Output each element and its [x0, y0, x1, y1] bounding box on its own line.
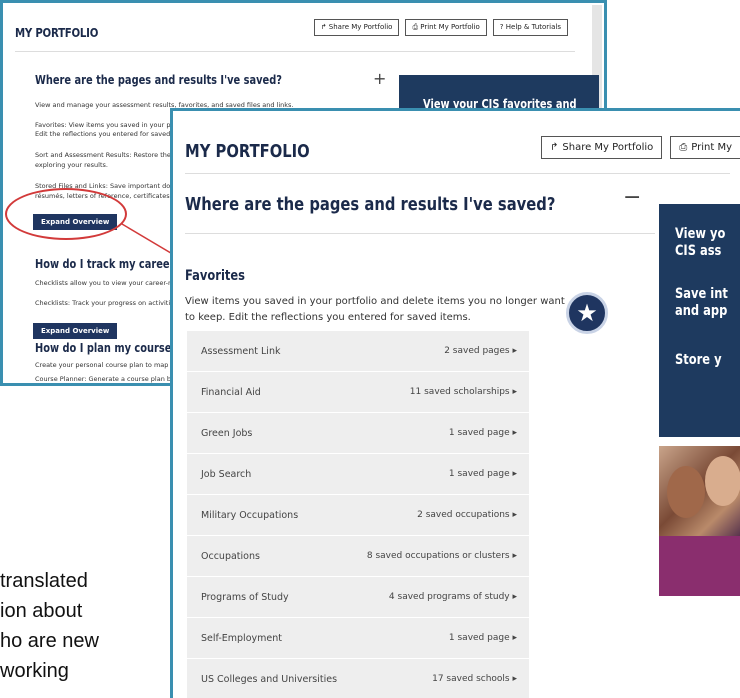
bg-line: translated: [0, 570, 88, 592]
expand-icon[interactable]: +: [373, 69, 386, 88]
bg-line: working: [0, 660, 69, 682]
panel-text: CIS ass: [675, 243, 722, 259]
list-item[interactable]: Military Occupations 2 saved occupations …: [187, 495, 529, 536]
list-item[interactable]: Green Jobs 1 saved page ▸: [187, 413, 529, 454]
favorites-list: Assessment Link 2 saved pages ▸ Financial…: [187, 331, 529, 698]
bg-line: ho are new: [0, 630, 99, 652]
annotation-circle: [5, 188, 127, 240]
section-title: Where are the pages and results I've sav…: [185, 194, 556, 215]
list-item[interactable]: Financial Aid 11 saved scholarships ▸: [187, 372, 529, 413]
cis-info-panel: View yo CIS ass Save int and app Store y: [659, 204, 740, 437]
background-document-text: translated ion about ho are new working: [0, 566, 99, 686]
section-title: Where are the pages and results I've sav…: [35, 73, 282, 87]
print-icon: ⎙: [679, 142, 688, 153]
list-item[interactable]: Assessment Link 2 saved pages ▸: [187, 331, 529, 372]
section-intro: Create your personal course plan to map …: [35, 361, 183, 369]
collapse-icon[interactable]: −: [623, 185, 641, 210]
course-planner-text: Course Planner: Generate a course plan b…: [35, 375, 179, 383]
divider: [185, 233, 655, 234]
panel-text: View yo: [675, 226, 726, 242]
sort-text: Sort and Assessment Results: Restore the…: [35, 151, 177, 159]
panel-text: Store y: [675, 352, 722, 368]
divider: [185, 173, 730, 174]
page-title: MY PORTFOLIO: [185, 141, 310, 162]
sort-text: exploring your results.: [35, 161, 108, 169]
favorites-star-icon: ★: [566, 292, 608, 334]
panel-text: Save int: [675, 286, 728, 302]
section-title: How do I plan my courses?: [35, 341, 183, 355]
toolbar: ↱ Share My Portfolio ⎙ Print My: [541, 136, 740, 159]
favorites-description: View items you saved in your portfolio a…: [185, 296, 565, 323]
list-item[interactable]: Job Search 1 saved page ▸: [187, 454, 529, 495]
share-icon: ↱: [550, 142, 559, 153]
section-intro: Checklists allow you to view your career…: [35, 279, 183, 287]
front-screenshot: MY PORTFOLIO ↱ Share My Portfolio ⎙ Print …: [170, 108, 740, 698]
list-item[interactable]: Programs of Study 4 saved programs of stu…: [187, 577, 529, 618]
favorites-text: Edit the reflections you entered for sav…: [35, 130, 181, 138]
students-photo: [659, 446, 740, 596]
share-button[interactable]: ↱ Share My Portfolio: [541, 136, 663, 159]
list-item[interactable]: Occupations 8 saved occupations or cluste…: [187, 536, 529, 577]
print-button[interactable]: ⎙ Print My: [670, 136, 740, 159]
panel-text: and app: [675, 303, 728, 319]
print-button[interactable]: ⎙ Print My Portfolio: [405, 19, 487, 36]
divider: [15, 51, 575, 52]
help-button[interactable]: ? Help & Tutorials: [492, 19, 568, 36]
favorites-heading: Favorites: [185, 268, 246, 284]
checklists-text: Checklists: Track your progress on activ…: [35, 299, 175, 307]
toolbar: ↱ Share My Portfolio ⎙ Print My Portfoli…: [313, 19, 568, 36]
list-item[interactable]: US Colleges and Universities 17 saved sch…: [187, 659, 529, 698]
favorites-text: Favorites: View items you saved in your …: [35, 121, 178, 129]
page-title: MY PORTFOLIO: [15, 26, 99, 40]
list-item[interactable]: Self-Employment 1 saved page ▸: [187, 618, 529, 659]
expand-overview-button[interactable]: Expand Overview: [33, 323, 118, 339]
bg-line: ion about: [0, 600, 83, 622]
share-button[interactable]: ↱ Share My Portfolio: [313, 19, 400, 36]
